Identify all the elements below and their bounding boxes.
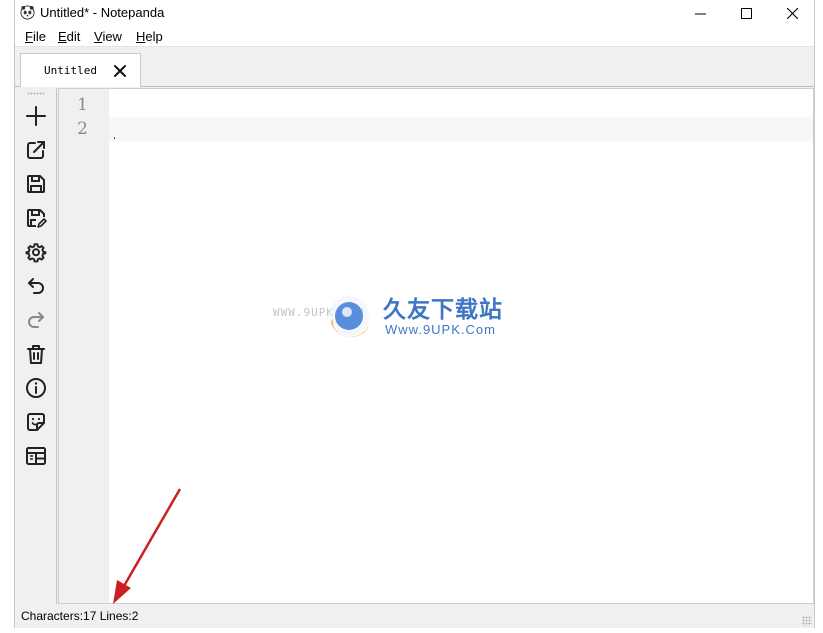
minimize-icon [694,13,706,14]
layout-icon [26,447,46,465]
menu-file[interactable]: File [25,29,46,44]
sticker-icon [27,413,45,431]
info-icon [26,378,46,398]
sticker-button[interactable] [23,409,49,435]
save-button[interactable] [23,171,49,197]
undo-button[interactable] [23,273,49,299]
window-title: Untitled* - Notepanda [40,5,165,20]
delete-button[interactable] [23,341,49,367]
about-button[interactable] [23,375,49,401]
toolbar-grip[interactable] [27,92,45,95]
status-text: Characters:17 Lines:2 [21,609,139,623]
status-bar: Characters:17 Lines:2 [15,604,814,628]
settings-icon [25,243,47,263]
redo-icon [28,312,44,328]
layout-button[interactable] [23,443,49,469]
redo-button[interactable] [23,307,49,333]
save-icon [27,175,45,193]
save-as-icon [27,209,47,228]
watermark: WWW.9UPK.COM 久友下载站 Www.9UPK.Com [273,284,543,352]
toolbar [15,88,57,604]
tab-bar: Untitled [15,47,814,87]
tab-label: Untitled [44,64,97,77]
watermark-url-text: Www.9UPK.Com [385,322,496,337]
maximize-button[interactable] [723,0,769,26]
menu-edit[interactable]: Edit [58,29,80,44]
new-icon [26,106,46,126]
menu-file-label: ile [32,29,46,44]
menu-file-mnemonic: F [25,29,33,44]
panda-app-icon [20,5,35,20]
tab-untitled[interactable]: Untitled [20,53,141,87]
resize-grip[interactable] [802,616,812,626]
title-bar[interactable]: Untitled* - Notepanda [15,0,814,26]
close-button[interactable] [769,0,815,26]
menu-edit-mnemonic: E [58,29,67,44]
menu-edit-label: dit [66,29,81,44]
trash-icon [27,345,45,364]
close-icon [786,7,798,19]
undo-icon [28,278,44,294]
maximize-icon [740,7,752,19]
new-file-button[interactable] [23,103,49,129]
tab-close-icon[interactable] [112,63,128,79]
minimize-button[interactable] [677,0,723,26]
menu-bar: File Edit View Help [15,26,814,47]
watermark-chinese-text: 久友下载站 [383,297,503,323]
menu-view-label: iew [102,29,122,44]
save-as-button[interactable] [23,205,49,231]
settings-button[interactable] [23,239,49,265]
open-button[interactable] [23,137,49,163]
watermark-logo-icon [329,296,369,338]
open-external-icon [27,141,45,159]
text-caret [114,137,115,139]
line-number-gutter: 1 2 [59,89,109,603]
line-number: 1 [77,95,88,115]
menu-help[interactable]: Help [136,29,163,44]
menu-view[interactable]: View [94,29,122,44]
menu-help-label: elp [145,29,163,44]
current-line-highlight [109,117,813,141]
line-number: 2 [77,119,88,139]
menu-help-mnemonic: H [136,29,146,44]
notepanda-window: Untitled* - Notepanda File Edit View Hel… [14,0,815,628]
